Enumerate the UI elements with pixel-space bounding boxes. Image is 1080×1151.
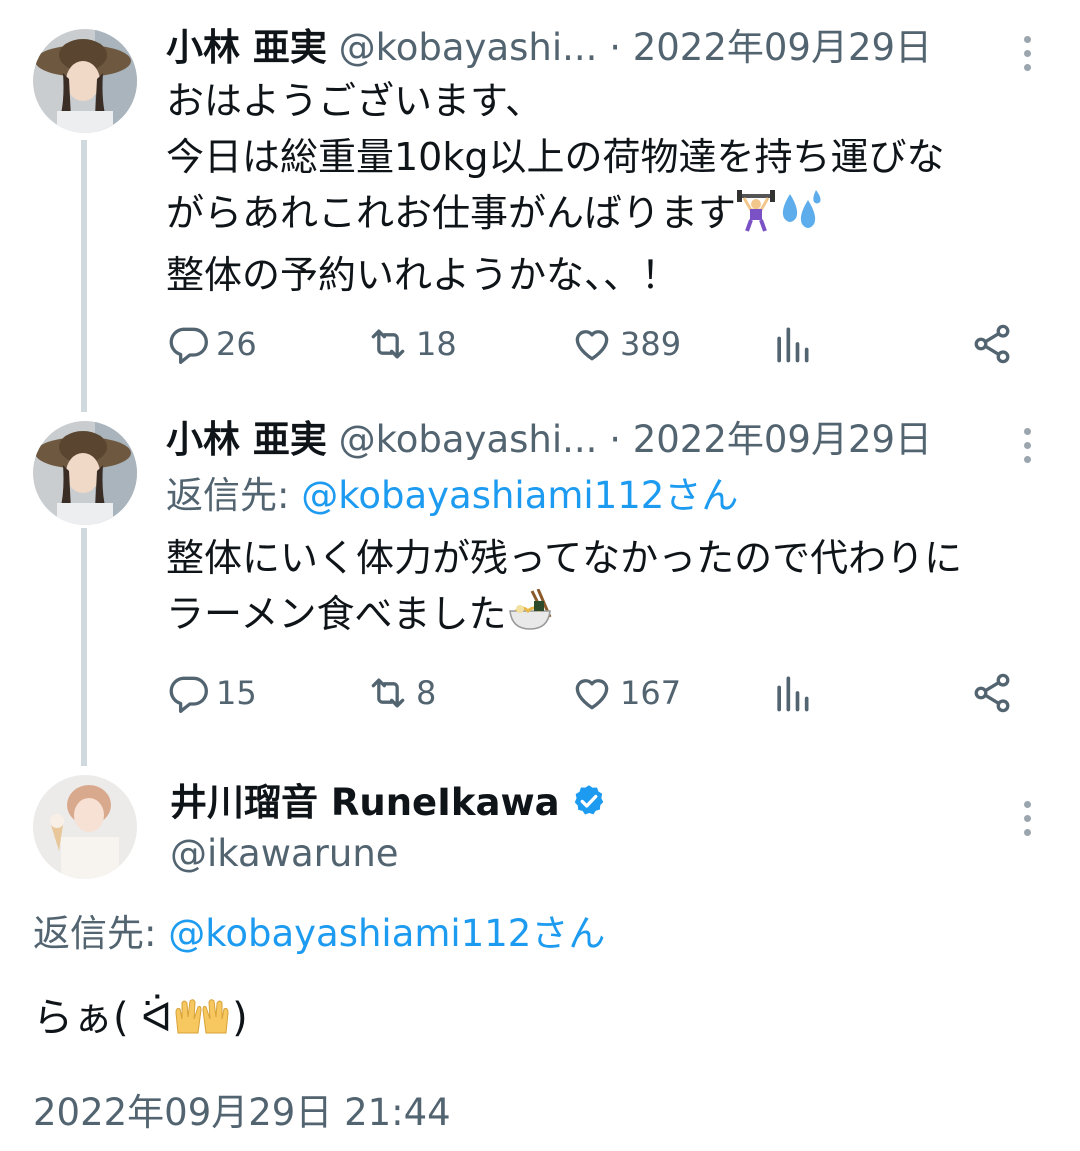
tweet-date[interactable]: · 2022年09月29日 (609, 26, 932, 69)
verified-badge-icon (571, 783, 607, 829)
replying-to: 返信先: @kobayashiami112さん (33, 912, 605, 956)
display-name[interactable]: 小林 亜実 (166, 418, 327, 461)
raising-hands-emoji-icon (172, 997, 232, 1050)
like-count: 389 (620, 325, 682, 363)
like-button[interactable]: 167 (570, 668, 681, 718)
like-count: 167 (620, 674, 682, 712)
main-tweet-header: 井川瑠音 RuneIkawa (170, 781, 607, 829)
analytics-icon (777, 676, 809, 712)
like-button[interactable]: 389 (570, 319, 681, 369)
more-options-icon[interactable] (1020, 801, 1034, 843)
username[interactable]: @kobayashi... (339, 418, 598, 461)
username[interactable]: @kobayashi... (339, 26, 598, 69)
username[interactable]: @ikawarune (170, 832, 399, 876)
tweet-header: 小林 亜実 @kobayashi... · 2022年09月29日 (166, 26, 932, 70)
thread-line (81, 528, 87, 766)
reply-count: 26 (216, 325, 257, 363)
more-options-icon[interactable] (1020, 428, 1034, 470)
reply-icon (169, 327, 208, 364)
retweet-button[interactable]: 8 (366, 668, 436, 718)
views-button[interactable] (770, 319, 814, 369)
display-name[interactable]: 井川瑠音 RuneIkawa (170, 781, 560, 824)
retweet-button[interactable]: 18 (366, 319, 457, 369)
more-options-icon[interactable] (1020, 36, 1034, 78)
heart-icon (575, 330, 609, 361)
ramen-bowl-emoji-icon (506, 588, 554, 648)
retweet-icon (371, 678, 405, 708)
tweet-timestamp[interactable]: 2022年09月29日 21:44 (33, 1090, 451, 1136)
display-name[interactable]: 小林 亜実 (166, 26, 327, 69)
replying-to-label: 返信先: (33, 912, 169, 955)
retweet-count: 18 (416, 325, 457, 363)
sweat-droplets-emoji-icon (776, 188, 824, 247)
replying-to-link[interactable]: @kobayashiami112さん (301, 474, 738, 517)
tweet-header: 小林 亜実 @kobayashi... · 2022年09月29日 (166, 418, 932, 462)
replying-to-label: 返信先: (166, 474, 302, 517)
weightlifter-emoji-icon (736, 188, 776, 247)
reply-count: 15 (216, 674, 257, 712)
share-button[interactable] (970, 668, 1014, 718)
replying-to: 返信先: @kobayashiami112さん (166, 474, 738, 518)
tweet-text: 整体にいく体力が残ってなかったので代わりに ラーメン食べました (166, 530, 962, 648)
views-button[interactable] (770, 668, 814, 718)
share-icon (974, 324, 1010, 364)
main-tweet-text: らぁ( ᐛ) (33, 992, 248, 1050)
reply-button[interactable]: 26 (166, 319, 257, 369)
retweet-icon (371, 329, 405, 359)
tweet-actions: 15 8 167 (166, 668, 1026, 718)
share-button[interactable] (970, 319, 1014, 369)
avatar[interactable] (33, 29, 137, 133)
tweet-date[interactable]: · 2022年09月29日 (609, 418, 932, 461)
heart-icon (575, 679, 609, 710)
tweet-text: おはようございます、 今日は総重量10kg以上の荷物達を持ち運びな がらあれこれお仕… (166, 79, 945, 297)
retweet-count: 8 (416, 674, 437, 712)
reply-button[interactable]: 15 (166, 668, 257, 718)
avatar[interactable] (33, 421, 137, 525)
reply-icon (169, 676, 208, 713)
share-icon (974, 673, 1010, 713)
avatar[interactable] (33, 775, 137, 879)
thread-line (81, 140, 87, 412)
analytics-icon (777, 327, 809, 363)
replying-to-link[interactable]: @kobayashiami112さん (168, 912, 605, 955)
tweet-actions: 26 18 389 (166, 319, 1026, 369)
